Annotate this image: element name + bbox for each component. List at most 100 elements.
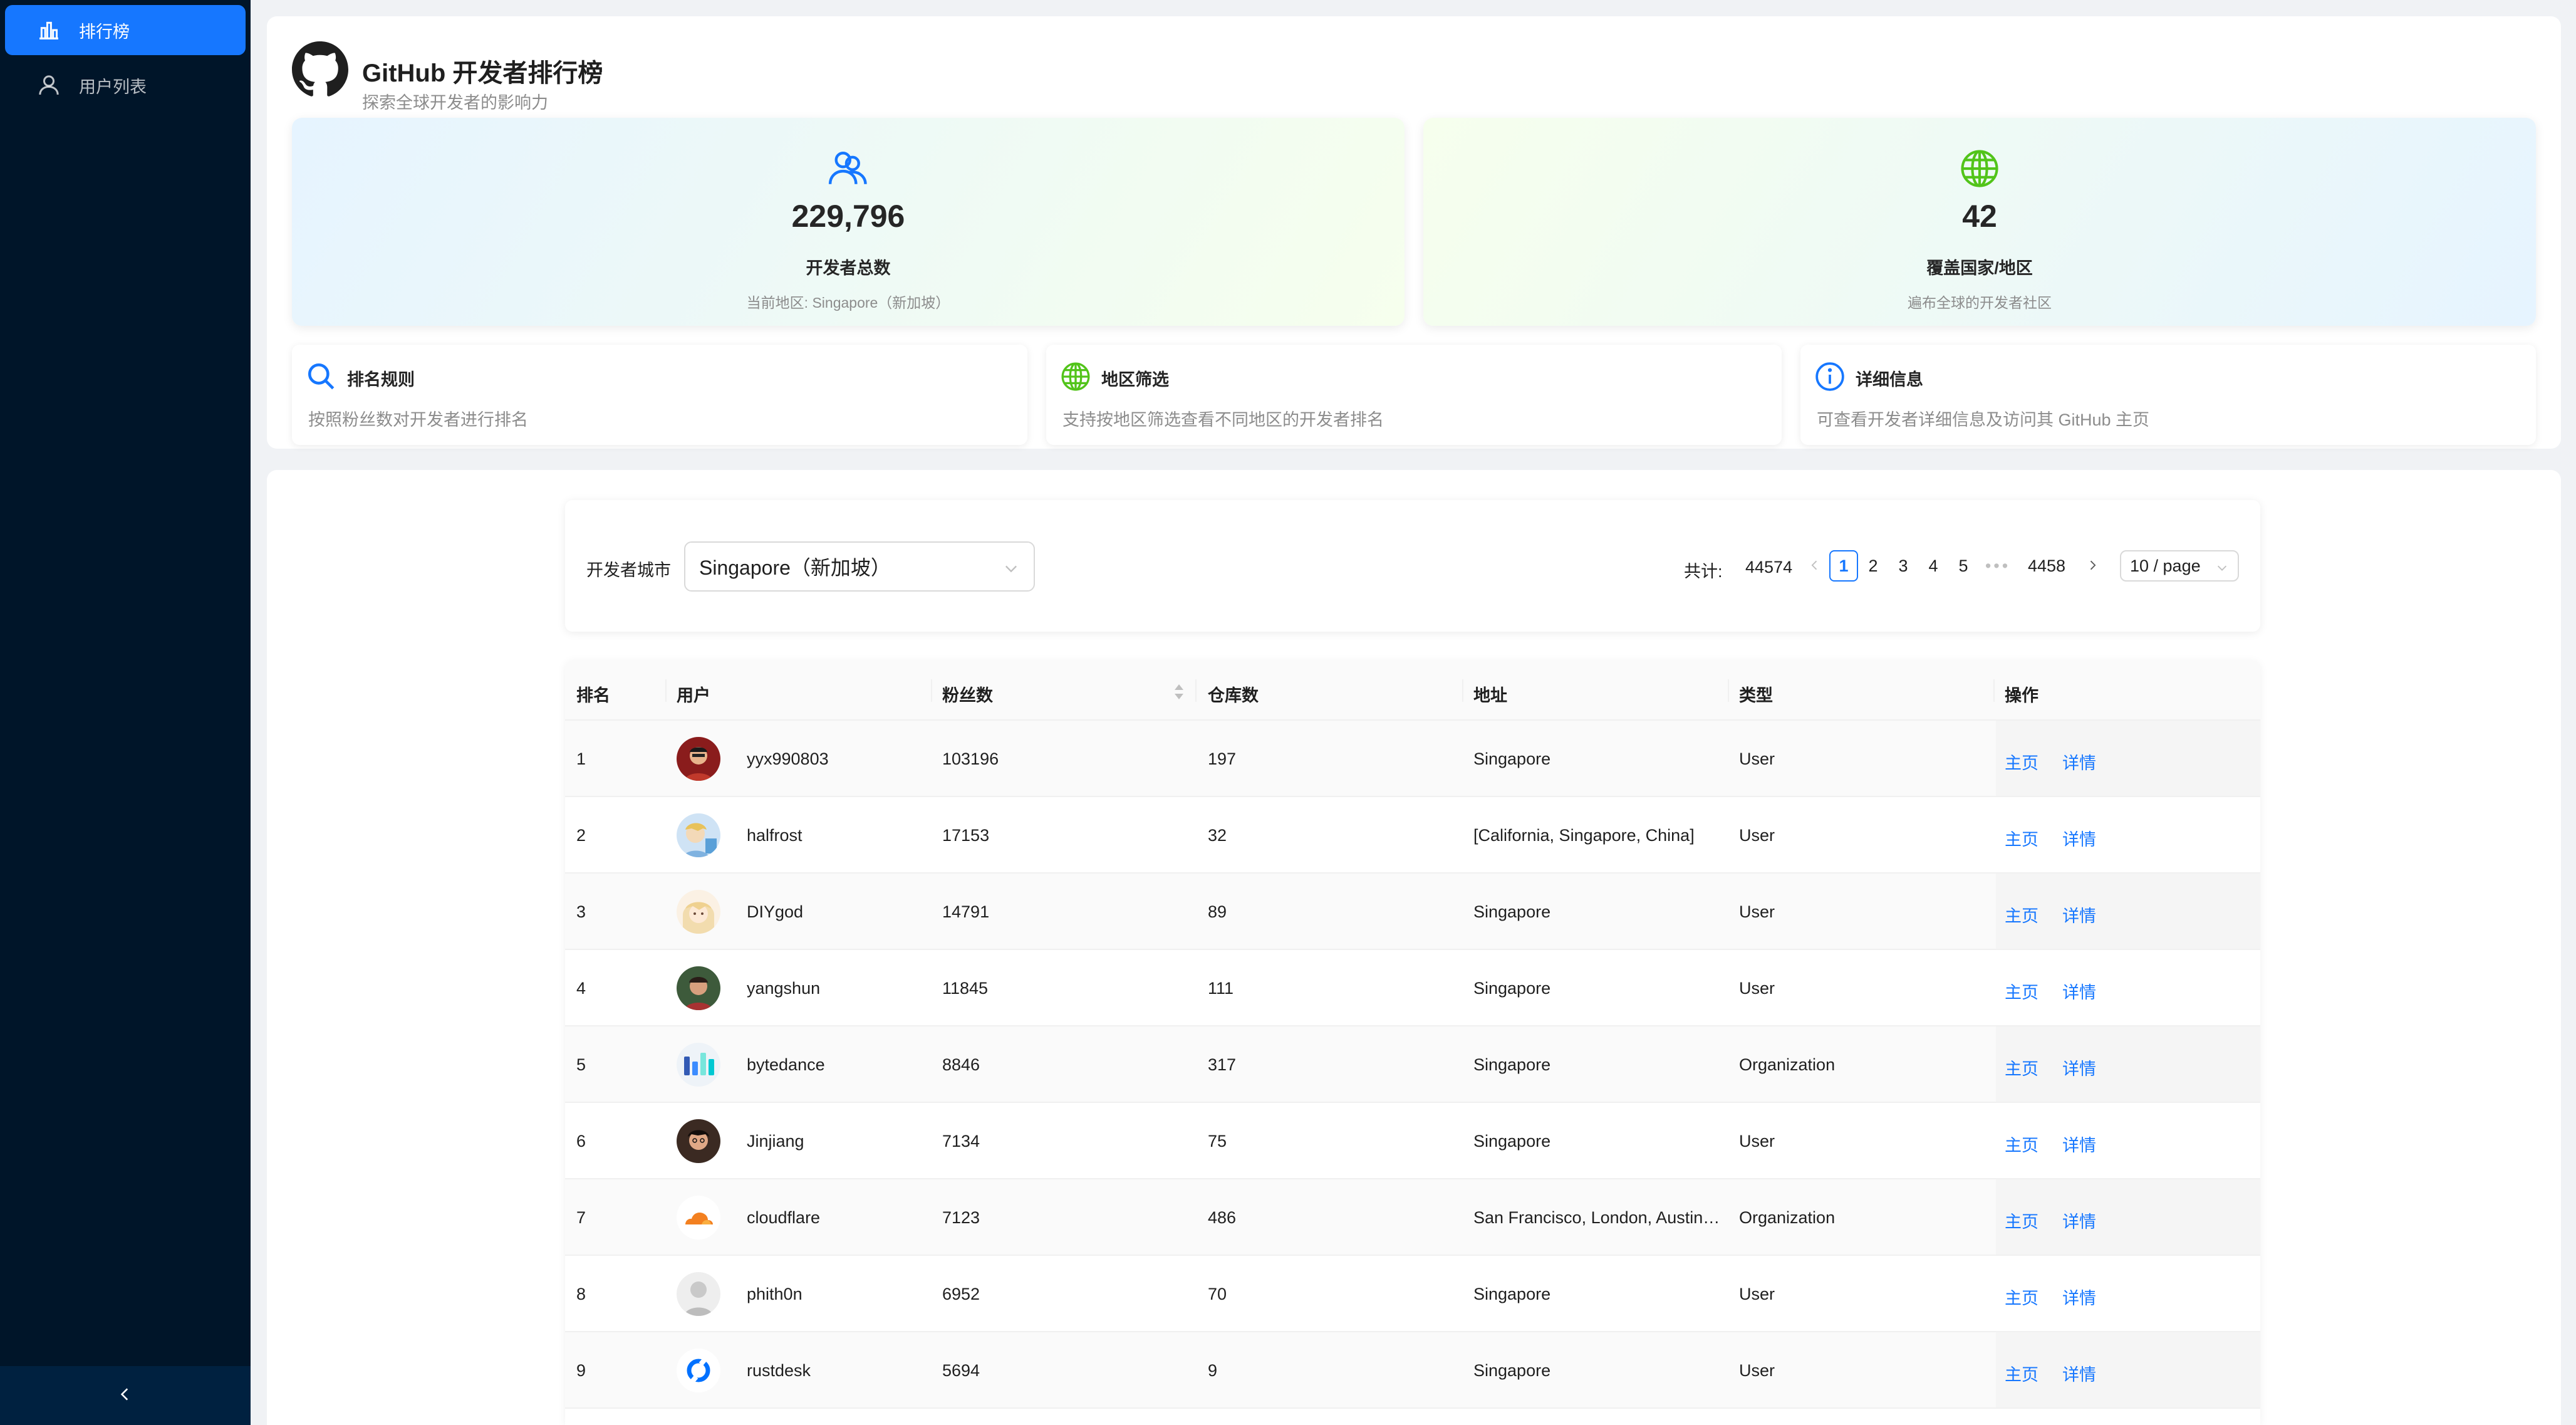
rank-cell: 3 <box>576 902 586 921</box>
homepage-link[interactable]: 主页 <box>2005 749 2038 774</box>
username-cell: rustdesk <box>747 1361 811 1380</box>
rank-cell: 6 <box>576 1132 586 1151</box>
table-row: 7 cloudflare 7123 486 San Francisco, Lon… <box>565 1179 2260 1256</box>
homepage-link[interactable]: 主页 <box>2005 1055 2038 1080</box>
username-cell: yyx990803 <box>747 749 829 768</box>
page-5-button[interactable]: 5 <box>1950 550 1977 582</box>
avatar <box>677 1349 720 1392</box>
username-cell: cloudflare <box>747 1208 821 1227</box>
bar-chart-icon <box>36 16 64 44</box>
followers-cell: 11845 <box>942 979 989 998</box>
sidebar-item-user-list[interactable]: 用户列表 <box>5 60 246 110</box>
page-3-button[interactable]: 3 <box>1889 550 1917 582</box>
address-cell: Singapore <box>1473 902 1551 921</box>
homepage-link[interactable]: 主页 <box>2005 979 2038 1003</box>
address-cell: Singapore <box>1473 1361 1551 1380</box>
type-cell: User <box>1739 1361 1775 1380</box>
homepage-link[interactable]: 主页 <box>2005 1208 2038 1233</box>
detail-link[interactable]: 详情 <box>2062 1361 2096 1386</box>
next-page-button[interactable] <box>2081 550 2104 582</box>
homepage-link[interactable]: 主页 <box>2005 826 2038 850</box>
repos-cell: 89 <box>1208 902 1227 921</box>
city-select[interactable]: Singapore（新加坡） <box>684 541 1035 592</box>
ranking-table: 排名 用户 粉丝数 仓库数 地址 类型 操作 1 yyx990803 10319… <box>565 660 2260 1425</box>
address-cell: [California, Singapore, China] <box>1473 826 1695 845</box>
avatar <box>677 890 720 934</box>
sidebar-collapse-button[interactable] <box>0 1366 251 1425</box>
detail-link[interactable]: 详情 <box>2062 1055 2096 1080</box>
rank-cell: 1 <box>576 749 586 768</box>
homepage-link[interactable]: 主页 <box>2005 1361 2038 1386</box>
prev-page-button[interactable] <box>1805 550 1824 582</box>
page-jump-ellipsis[interactable]: ••• <box>1982 550 2013 582</box>
github-icon <box>292 41 348 98</box>
sidebar-item-leaderboard[interactable]: 排行榜 <box>5 5 246 55</box>
chevron-left-icon <box>117 1386 133 1406</box>
info-card-title: 详细信息 <box>1856 370 1923 389</box>
followers-cell: 14791 <box>942 902 990 921</box>
followers-cell: 17153 <box>942 826 990 845</box>
type-cell: User <box>1739 826 1775 845</box>
column-divider <box>931 679 932 702</box>
repos-cell: 486 <box>1208 1208 1237 1227</box>
detail-link[interactable]: 详情 <box>2062 826 2096 850</box>
avatar <box>677 1196 720 1240</box>
last-page-button[interactable]: 4458 <box>2018 550 2075 582</box>
info-card-details: 详细信息 可查看开发者详细信息及访问其 GitHub 主页 <box>1800 345 2536 445</box>
avatar <box>677 1119 720 1163</box>
column-header-actions: 操作 <box>2005 686 2038 705</box>
column-header-rank: 排名 <box>576 686 610 705</box>
globe-icon <box>1060 361 1091 392</box>
info-card-title: 地区筛选 <box>1101 370 1169 389</box>
address-cell: Singapore <box>1473 1132 1551 1151</box>
type-cell: Organization <box>1739 1208 1836 1227</box>
stat-card-developers: 229,796 开发者总数 当前地区: Singapore（新加坡） <box>292 118 1405 326</box>
column-header-user: 用户 <box>677 686 710 705</box>
username-cell: Jinjiang <box>747 1132 804 1151</box>
page-subtitle: 探索全球开发者的影响力 <box>362 93 548 112</box>
detail-link[interactable]: 详情 <box>2062 749 2096 774</box>
column-header-followers[interactable]: 粉丝数 <box>942 682 993 706</box>
info-card-desc: 可查看开发者详细信息及访问其 GitHub 主页 <box>1817 410 2150 429</box>
repos-cell: 197 <box>1208 749 1237 768</box>
page-2-button[interactable]: 2 <box>1859 550 1887 582</box>
type-cell: User <box>1739 1285 1775 1303</box>
info-card-title: 排名规则 <box>347 370 415 389</box>
table-row: 5 bytedance 8846 317 Singapore Organizat… <box>565 1026 2260 1103</box>
chevron-left-icon <box>1809 556 1821 576</box>
table-row: 1 yyx990803 103196 197 Singapore User 主页… <box>565 721 2260 797</box>
detail-link[interactable]: 详情 <box>2062 1285 2096 1309</box>
type-cell: User <box>1739 902 1775 921</box>
detail-link[interactable]: 详情 <box>2062 1208 2096 1233</box>
page-1-button[interactable]: 1 <box>1829 550 1858 582</box>
address-cell: San Francisco, London, Austin, Singapore <box>1473 1208 1720 1227</box>
repos-cell: 111 <box>1208 979 1234 998</box>
detail-link[interactable]: 详情 <box>2062 902 2096 927</box>
chevron-right-icon <box>2086 556 2099 576</box>
homepage-link[interactable]: 主页 <box>2005 1285 2038 1309</box>
column-divider <box>1195 679 1197 702</box>
followers-cell: 6952 <box>942 1285 980 1303</box>
globe-icon <box>1423 148 2536 189</box>
homepage-link[interactable]: 主页 <box>2005 902 2038 927</box>
type-cell: User <box>1739 1132 1775 1151</box>
username-cell: yangshun <box>747 979 821 998</box>
info-card-desc: 支持按地区筛选查看不同地区的开发者排名 <box>1062 410 1384 429</box>
city-select-value: Singapore（新加坡） <box>699 556 891 579</box>
page-size-select[interactable]: 10 / page <box>2120 550 2239 582</box>
page-4-button[interactable]: 4 <box>1919 550 1947 582</box>
sort-icon[interactable] <box>1173 683 1185 701</box>
username-cell: DIYgod <box>747 902 804 921</box>
rank-cell: 7 <box>576 1208 586 1227</box>
homepage-link[interactable]: 主页 <box>2005 1132 2038 1156</box>
column-divider <box>1728 679 1729 702</box>
detail-link[interactable]: 详情 <box>2062 1132 2096 1156</box>
detail-link[interactable]: 详情 <box>2062 979 2096 1003</box>
page-size-value: 10 / page <box>2130 556 2201 575</box>
table-row: 6 Jinjiang 7134 75 Singapore User 主页 详情 <box>565 1103 2260 1179</box>
countries-label: 覆盖国家/地区 <box>1926 259 2033 278</box>
table-row: 9 rustdesk 5694 9 Singapore User 主页 详情 <box>565 1332 2260 1409</box>
avatar <box>677 813 720 857</box>
chevron-down-icon <box>1002 559 1020 577</box>
followers-cell: 5694 <box>942 1361 980 1380</box>
